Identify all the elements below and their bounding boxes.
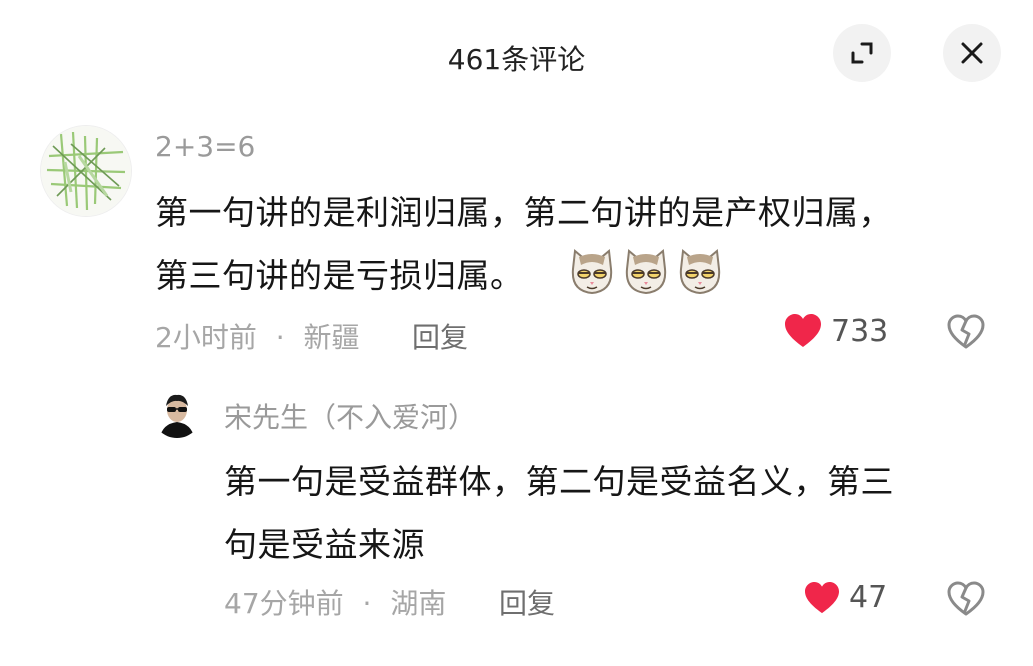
reply-button[interactable]: 回复 (412, 316, 468, 356)
reply-like-button[interactable]: 47 (803, 580, 887, 615)
cat-emoji-icon (625, 249, 667, 295)
meta-separator: · (275, 321, 285, 354)
dislike-broken-heart-icon[interactable] (946, 314, 986, 350)
close-button[interactable] (943, 24, 1001, 82)
dislike-broken-heart-icon[interactable] (946, 581, 986, 617)
avatar-image (41, 126, 131, 216)
reply-meta: 47分钟前 · 湖南 (224, 582, 446, 622)
expand-button[interactable] (833, 24, 891, 82)
cat-emoji-icon (571, 249, 613, 295)
like-count: 733 (831, 313, 889, 349)
heart-icon (805, 581, 839, 613)
expand-icon (851, 42, 873, 64)
reply-location: 湖南 (390, 587, 447, 620)
cat-emoji-icon (679, 249, 721, 295)
meta-separator: · (362, 587, 372, 620)
comment-username[interactable]: 2+3=6 (155, 130, 255, 163)
reply-avatar-image (152, 388, 202, 438)
reply-like-count: 47 (849, 580, 888, 615)
reply-text-line-2: 句是受益来源 (224, 525, 425, 564)
avatar[interactable] (40, 125, 132, 217)
comment-location: 新疆 (303, 321, 360, 354)
close-icon (961, 42, 983, 64)
like-button[interactable]: 733 (783, 313, 888, 349)
reply-username[interactable]: 宋先生（不入爱河） (224, 396, 476, 436)
reply-avatar[interactable] (152, 388, 202, 438)
reply-reply-button[interactable]: 回复 (499, 582, 555, 622)
reply-time: 47分钟前 (224, 587, 344, 620)
heart-icon (785, 314, 821, 347)
comment-text-line-2: 第三句讲的是亏损归属。 (155, 256, 524, 295)
comments-panel: 461条评论 2+3=6 第一句讲的是利润归属，第二句讲的是产权归属， 第三句讲… (0, 0, 1033, 666)
comment-text-line-1: 第一句讲的是利润归属，第二句讲的是产权归属， (155, 193, 892, 232)
reply-text-line-1: 第一句是受益群体，第二句是受益名义，第三 (224, 462, 894, 501)
comment-time: 2小时前 (155, 321, 257, 354)
comment-meta: 2小时前 · 新疆 (155, 316, 360, 356)
